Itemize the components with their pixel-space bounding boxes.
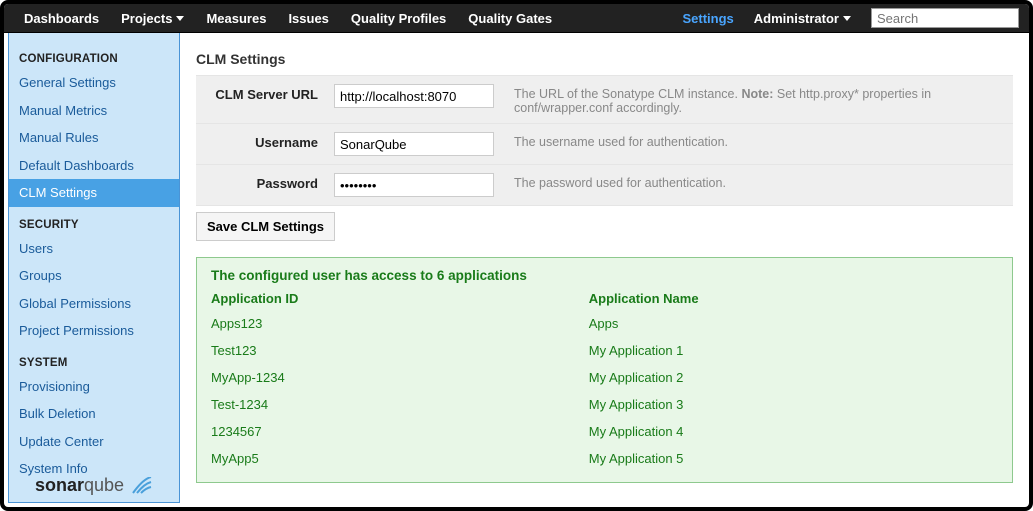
password-input[interactable] [334, 173, 494, 197]
col-application-id: Application ID [211, 287, 589, 310]
nav-administrator[interactable]: Administrator [744, 4, 861, 33]
sidebar-item-manual-metrics[interactable]: Manual Metrics [9, 97, 179, 125]
chevron-down-icon [843, 16, 851, 21]
sonarqube-logo-icon [131, 477, 153, 495]
password-help: The password used for authentication. [506, 165, 1013, 206]
sidebar-item-manual-rules[interactable]: Manual Rules [9, 124, 179, 152]
sidebar-item-provisioning[interactable]: Provisioning [9, 373, 179, 401]
server-url-help: The URL of the Sonatype CLM instance. No… [506, 76, 1013, 124]
table-row: MyApp5My Application 5 [211, 445, 998, 472]
nav-quality-profiles[interactable]: Quality Profiles [341, 4, 456, 33]
page-title: CLM Settings [196, 43, 1013, 75]
sidebar-section-system: SYSTEM [9, 345, 179, 373]
chevron-down-icon [176, 16, 184, 21]
server-url-input[interactable] [334, 84, 494, 108]
username-help: The username used for authentication. [506, 124, 1013, 165]
table-row: Test-1234My Application 3 [211, 391, 998, 418]
cell-application-id: MyApp-1234 [211, 364, 589, 391]
cell-application-name: My Application 4 [589, 418, 998, 445]
main-content: CLM Settings CLM Server URL The URL of t… [180, 33, 1029, 507]
save-clm-settings-button[interactable]: Save CLM Settings [196, 212, 335, 241]
table-row: Apps123Apps [211, 310, 998, 337]
cell-application-name: My Application 2 [589, 364, 998, 391]
sidebar-section-security: SECURITY [9, 207, 179, 235]
nav-measures[interactable]: Measures [196, 4, 276, 33]
sidebar: CONFIGURATIONGeneral SettingsManual Metr… [8, 33, 180, 503]
nav-quality-gates[interactable]: Quality Gates [458, 4, 562, 33]
col-application-name: Application Name [589, 287, 998, 310]
sidebar-item-bulk-deletion[interactable]: Bulk Deletion [9, 400, 179, 428]
sidebar-section-configuration: CONFIGURATION [9, 33, 179, 69]
access-table: Application ID Application Name Apps123A… [211, 287, 998, 472]
cell-application-id: MyApp5 [211, 445, 589, 472]
table-row: Test123My Application 1 [211, 337, 998, 364]
sidebar-item-groups[interactable]: Groups [9, 262, 179, 290]
search-input[interactable] [871, 8, 1019, 28]
server-url-label: CLM Server URL [196, 76, 326, 124]
nav-dashboards[interactable]: Dashboards [14, 4, 109, 33]
cell-application-name: Apps [589, 310, 998, 337]
sidebar-item-general-settings[interactable]: General Settings [9, 69, 179, 97]
top-nav: DashboardsProjectsMeasuresIssuesQuality … [4, 4, 1029, 33]
nav-projects[interactable]: Projects [111, 4, 194, 33]
settings-form: CLM Server URL The URL of the Sonatype C… [196, 75, 1013, 206]
sidebar-item-project-permissions[interactable]: Project Permissions [9, 317, 179, 345]
nav-settings[interactable]: Settings [672, 4, 743, 33]
username-label: Username [196, 124, 326, 165]
access-box: The configured user has access to 6 appl… [196, 257, 1013, 483]
table-row: MyApp-1234My Application 2 [211, 364, 998, 391]
sidebar-item-global-permissions[interactable]: Global Permissions [9, 290, 179, 318]
cell-application-id: Test123 [211, 337, 589, 364]
sidebar-item-update-center[interactable]: Update Center [9, 428, 179, 456]
table-row: 1234567My Application 4 [211, 418, 998, 445]
nav-administrator-label: Administrator [754, 11, 839, 26]
username-input[interactable] [334, 132, 494, 156]
cell-application-name: My Application 1 [589, 337, 998, 364]
cell-application-name: My Application 5 [589, 445, 998, 472]
cell-application-id: Apps123 [211, 310, 589, 337]
sidebar-item-clm-settings[interactable]: CLM Settings [9, 179, 179, 207]
cell-application-id: Test-1234 [211, 391, 589, 418]
password-label: Password [196, 165, 326, 206]
app-frame: DashboardsProjectsMeasuresIssuesQuality … [0, 0, 1033, 511]
nav-issues[interactable]: Issues [278, 4, 338, 33]
sidebar-item-users[interactable]: Users [9, 235, 179, 263]
access-title: The configured user has access to 6 appl… [211, 268, 998, 283]
sidebar-item-default-dashboards[interactable]: Default Dashboards [9, 152, 179, 180]
cell-application-id: 1234567 [211, 418, 589, 445]
sonarqube-logo: sonarqube [9, 475, 179, 496]
cell-application-name: My Application 3 [589, 391, 998, 418]
